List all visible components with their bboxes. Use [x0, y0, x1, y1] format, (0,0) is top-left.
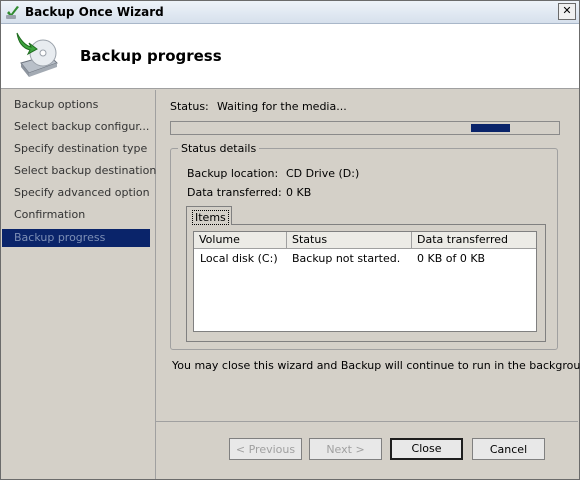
backup-drive-icon — [16, 32, 58, 77]
window-close-button[interactable]: ✕ — [558, 3, 576, 20]
row-status-cell: Backup not started. — [292, 252, 401, 265]
backup-location-value: CD Drive (D:) — [286, 167, 360, 180]
column-header-status[interactable]: Status — [287, 232, 412, 248]
nav-step-select-backup-configuration[interactable]: Select backup configur... — [14, 120, 149, 133]
list-header: Volume Status Data transferred — [194, 232, 536, 249]
status-label: Status: — [170, 100, 209, 113]
tab-items[interactable]: Items — [186, 206, 232, 225]
close-button[interactable]: Close — [390, 438, 463, 460]
previous-button[interactable]: < Previous — [229, 438, 302, 460]
items-list-view[interactable]: Volume Status Data transferred Local dis… — [193, 231, 537, 332]
page-title: Backup progress — [80, 47, 222, 65]
data-transferred-value: 0 KB — [286, 186, 312, 199]
wizard-header: Backup progress — [1, 24, 579, 89]
status-details-title: Status details — [178, 142, 260, 155]
backup-progress-bar — [170, 121, 560, 135]
column-header-volume[interactable]: Volume — [194, 232, 287, 248]
row-transferred-cell: 0 KB of 0 KB — [417, 252, 486, 265]
next-button[interactable]: Next > — [309, 438, 382, 460]
nav-step-specify-destination-type[interactable]: Specify destination type — [14, 142, 147, 155]
cancel-button[interactable]: Cancel — [472, 438, 545, 460]
footer-divider — [155, 421, 578, 422]
background-note: You may close this wizard and Backup wil… — [172, 359, 580, 372]
data-transferred-label: Data transferred: — [187, 186, 282, 199]
column-header-data-transferred[interactable]: Data transferred — [412, 232, 536, 248]
progress-marquee-block — [471, 124, 510, 132]
nav-step-backup-progress[interactable]: Backup progress — [2, 229, 150, 247]
nav-step-backup-options[interactable]: Backup options — [14, 98, 98, 111]
row-volume-cell[interactable]: Local disk (C:) — [200, 252, 278, 265]
title-bar: Backup Once Wizard ✕ — [1, 1, 579, 24]
nav-step-specify-advanced-option[interactable]: Specify advanced option — [14, 186, 150, 199]
nav-step-confirmation[interactable]: Confirmation — [14, 208, 85, 221]
nav-step-select-backup-destination[interactable]: Select backup destination — [14, 164, 156, 177]
backup-app-icon — [6, 6, 19, 19]
status-value: Waiting for the media... — [217, 100, 347, 113]
window-title: Backup Once Wizard — [25, 5, 164, 19]
tab-items-label: Items — [192, 210, 229, 225]
backup-location-label: Backup location: — [187, 167, 279, 180]
